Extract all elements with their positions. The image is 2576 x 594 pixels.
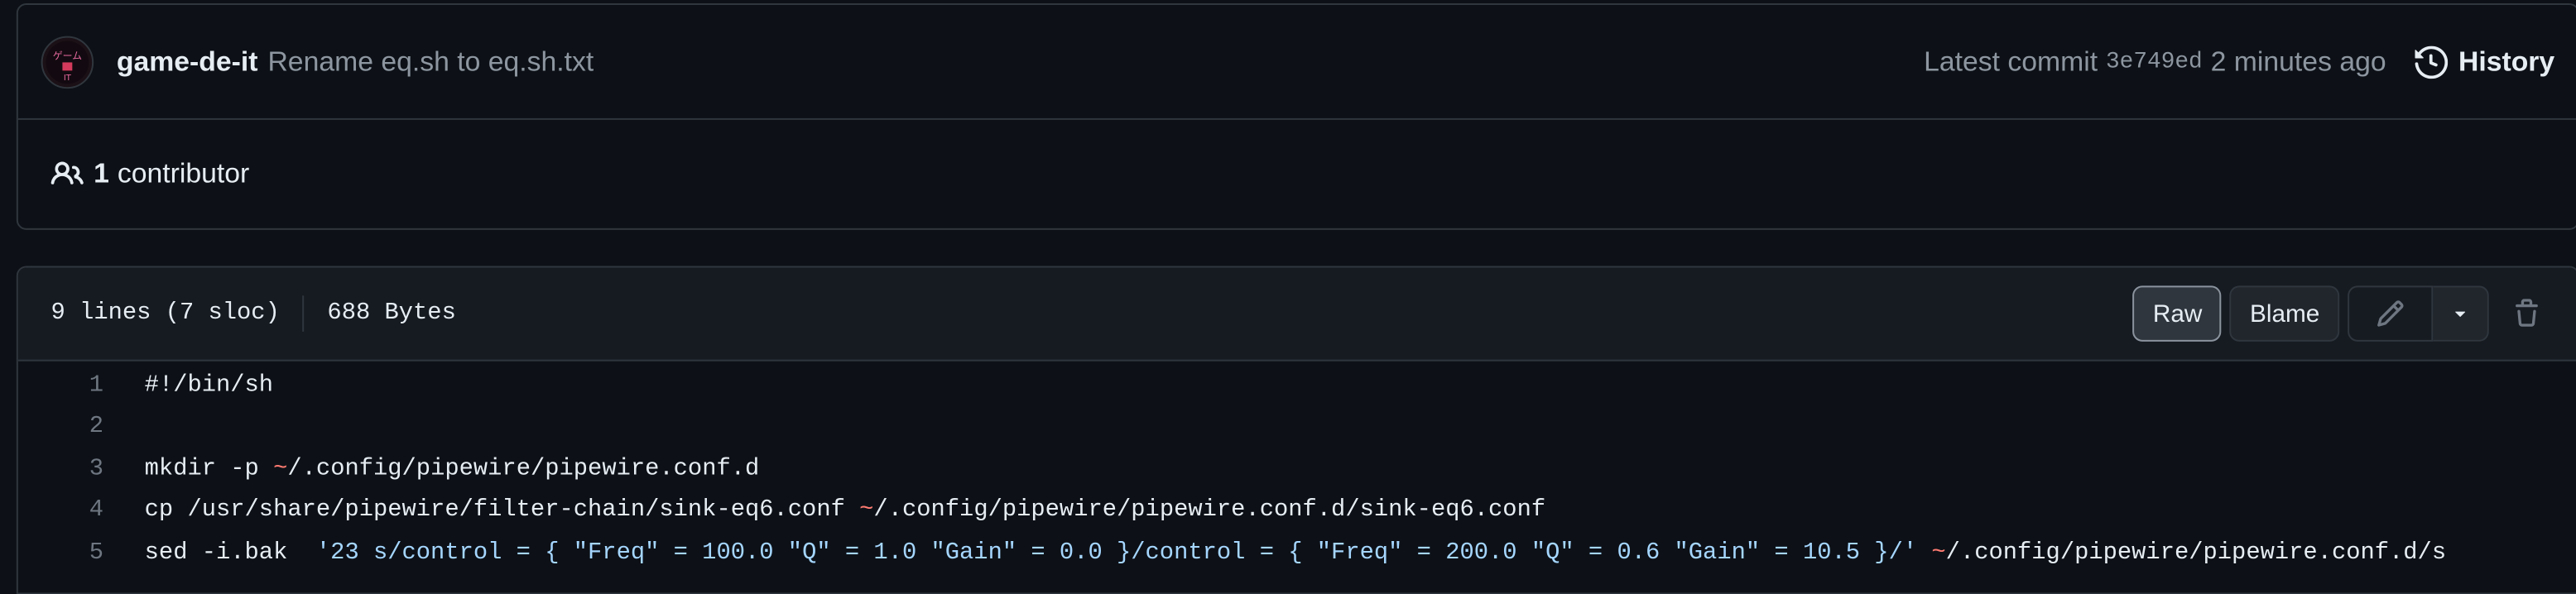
line-content: mkdir -p ~/.config/pipewire/pipewire.con… [145, 456, 760, 482]
people-icon [50, 161, 84, 184]
code-line: 1 #!/bin/sh [18, 365, 2576, 407]
code-token: ~ [1931, 539, 1946, 567]
line-content: #!/bin/sh [145, 372, 273, 399]
line-number[interactable]: 4 [18, 498, 145, 525]
code-line: 3 mkdir -p ~/.config/pipewire/pipewire.co… [18, 448, 2576, 491]
contributor-label: contributor [117, 157, 250, 189]
header-divider [302, 295, 305, 332]
code-token: /.config/pipewire/pipewire.conf.d/sink-e… [873, 497, 1546, 525]
line-number[interactable]: 5 [18, 539, 145, 566]
code-token: ~ [273, 456, 288, 483]
line-number[interactable]: 1 [18, 372, 145, 399]
pencil-icon [2377, 300, 2404, 327]
history-icon [2415, 45, 2449, 79]
history-link[interactable]: History [2415, 45, 2555, 79]
trash-icon [2516, 299, 2538, 327]
delete-button[interactable] [2512, 299, 2542, 328]
raw-button[interactable]: Raw [2133, 285, 2223, 342]
commit-row: ゲーム IT game-de-it Rename eq.sh to eq.sh.… [17, 5, 2576, 120]
avatar[interactable]: ゲーム IT [41, 35, 94, 89]
file-line-count: 9 lines (7 sloc) [50, 300, 280, 327]
file-size: 688 Bytes [327, 300, 456, 327]
file-header: 9 lines (7 sloc) 688 Bytes Raw Blame [17, 267, 2576, 362]
commit-sha-link[interactable]: 3e749ed [2106, 49, 2203, 75]
commit-message-link[interactable]: Rename eq.sh to eq.sh.txt [267, 46, 594, 79]
code-token: mkdir -p [144, 456, 274, 483]
code-token: /.config/pipewire/pipewire.conf.d/s [1945, 539, 2447, 567]
code-token: '23 s/control = { "Freq" = 100.0 "Q" = 1… [315, 539, 1918, 567]
line-content: sed -i.bak '23 s/control = { "Freq" = 10… [145, 539, 2446, 566]
line-number[interactable]: 3 [18, 456, 145, 482]
svg-text:IT: IT [64, 73, 72, 82]
history-label: History [2458, 45, 2555, 77]
triangle-down-icon [2455, 311, 2466, 318]
contributor-count: 1 [94, 157, 109, 189]
blame-button[interactable]: Blame [2230, 285, 2340, 342]
code-token: #!/bin/sh [144, 372, 274, 399]
code-line: 4 cp /usr/share/pipewire/filter-chain/sin… [18, 490, 2576, 532]
code-token: sed -i.bak [144, 539, 316, 567]
contributors-row[interactable]: 1 contributor [18, 120, 2576, 228]
latest-commit-box: ゲーム IT game-de-it Rename eq.sh to eq.sh.… [16, 2, 2576, 230]
edit-dropdown-button[interactable] [2433, 285, 2489, 342]
line-number[interactable]: 2 [18, 414, 145, 441]
commit-time: 2 minutes ago [2210, 45, 2386, 77]
latest-commit-label: Latest commit [1924, 45, 2098, 77]
code-token: /.config/pipewire/pipewire.conf.d [287, 456, 760, 483]
code-line: 2 [18, 406, 2576, 448]
svg-text:ゲーム: ゲーム [53, 49, 82, 60]
edit-button[interactable] [2348, 285, 2434, 342]
line-content: cp /usr/share/pipewire/filter-chain/sink… [145, 498, 1545, 525]
commit-author-link[interactable]: game-de-it [117, 46, 258, 79]
code-token: ~ [859, 497, 874, 525]
code-token: cp /usr/share/pipewire/filter-chain/sink… [144, 497, 860, 525]
code-area[interactable]: 1 #!/bin/sh 2 3 mkdir -p ~/.config/pipewire/… [18, 362, 2576, 574]
file-viewer: 9 lines (7 sloc) 688 Bytes Raw Blame 1 #… [16, 266, 2576, 594]
avatar-image-icon: ゲーム IT [46, 40, 89, 84]
code-line: 5 sed -i.bak '23 s/control = { "Freq" = 1… [18, 532, 2576, 574]
edit-button-group [2348, 285, 2489, 342]
